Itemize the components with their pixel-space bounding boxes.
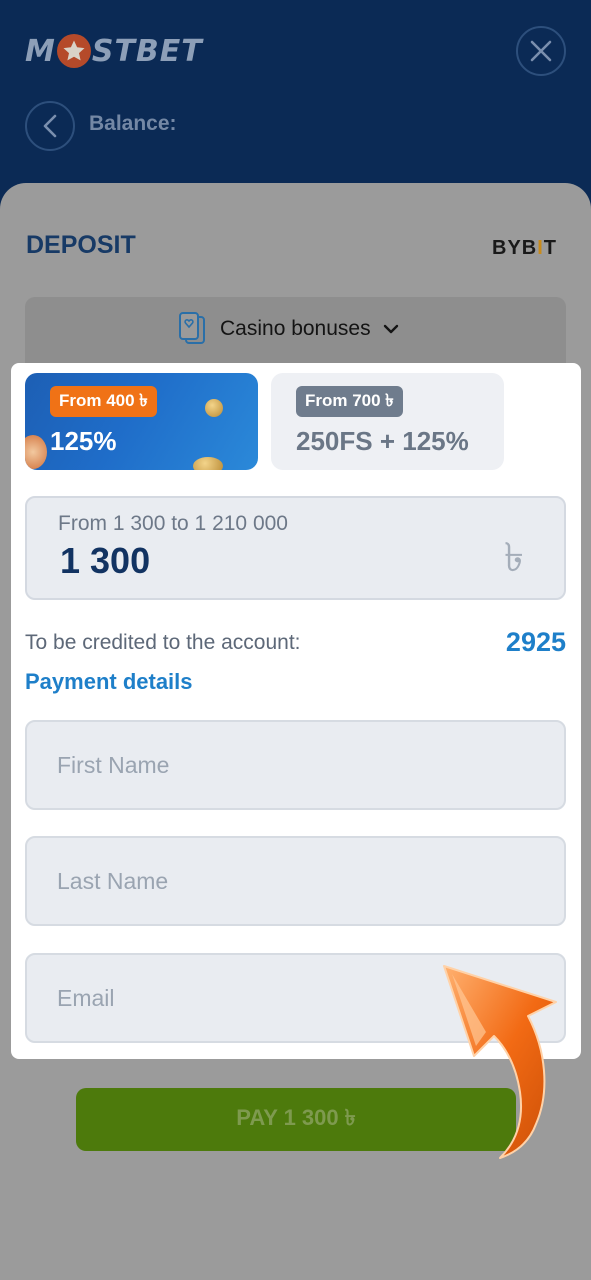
close-button[interactable]: [516, 26, 566, 76]
bybit-logo: BYBIT: [492, 237, 557, 260]
amount-value: 1 300: [60, 540, 151, 581]
coin-decoration: [193, 457, 223, 470]
amount-range-hint: From 1 300 to 1 210 000: [58, 512, 288, 535]
bonus-value: 125%: [50, 426, 117, 456]
payment-details-label: Payment details: [25, 669, 193, 694]
taka-currency-icon: ৳: [504, 536, 524, 580]
casino-bonuses-dropdown[interactable]: Casino bonuses: [25, 297, 566, 363]
coin-decoration: [205, 399, 223, 417]
deposit-form-panel: From 400 ৳ 125% From 700 ৳ 250FS + 125% …: [11, 363, 581, 1059]
last-name-field[interactable]: [25, 836, 566, 926]
balance-label: Balance:: [89, 112, 177, 135]
bonus-value: 250FS + 125%: [296, 426, 469, 456]
cards-icon: [179, 312, 205, 344]
amount-input[interactable]: From 1 300 to 1 210 000 1 300 ৳: [25, 496, 566, 600]
first-name-field[interactable]: [25, 720, 566, 810]
logo-text-left: M: [25, 33, 56, 69]
header: M STBET Balance:: [0, 0, 591, 200]
deposit-title: DEPOSIT: [26, 231, 136, 259]
logo-text-right: STBET: [91, 33, 203, 69]
bonus-card-selected[interactable]: From 400 ৳ 125%: [25, 373, 258, 470]
casino-bonuses-label: Casino bonuses: [220, 317, 371, 340]
bybit-text-right: T: [543, 237, 558, 259]
bybit-text-left: BYB: [492, 237, 538, 259]
chevron-left-icon: [43, 114, 57, 138]
credited-value: 2925: [505, 627, 566, 657]
credited-label: To be credited to the account:: [25, 631, 301, 654]
bonus-card[interactable]: From 700 ৳ 250FS + 125%: [271, 373, 504, 470]
close-icon: [530, 40, 552, 62]
pay-button-label: PAY 1 300 ৳: [236, 1105, 356, 1130]
star-icon: [56, 34, 91, 68]
arrow-pointer-icon: [443, 965, 557, 1159]
chevron-down-icon: [383, 324, 398, 334]
bonus-badge: From 400 ৳: [50, 386, 157, 417]
mostbet-logo: M STBET: [25, 31, 203, 71]
chip-decoration: [25, 435, 47, 469]
back-button[interactable]: [25, 101, 75, 151]
bonus-badge: From 700 ৳: [296, 386, 403, 417]
